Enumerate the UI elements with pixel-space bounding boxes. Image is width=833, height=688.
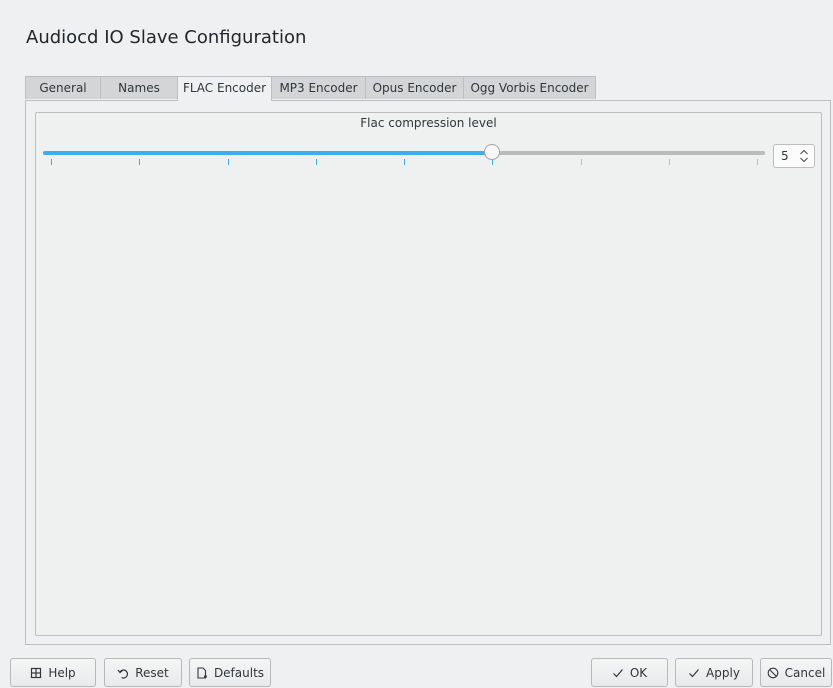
slider-tick — [668, 159, 670, 165]
tab-general[interactable]: General — [25, 76, 101, 99]
help-button-label: Help — [48, 665, 76, 680]
slider-track-fill — [43, 151, 493, 155]
help-button[interactable]: Help — [10, 658, 96, 687]
compression-level-spinbox[interactable]: 5 — [773, 144, 815, 168]
slider-tick — [580, 159, 582, 165]
cancel-button[interactable]: Cancel — [760, 658, 832, 687]
defaults-button-label: Defaults — [213, 665, 265, 680]
config-dialog: Audiocd IO Slave Configuration General N… — [0, 0, 833, 688]
check-icon — [612, 667, 624, 679]
defaults-button[interactable]: Defaults — [189, 658, 271, 687]
slider-handle[interactable] — [484, 144, 501, 160]
apply-button-label: Apply — [706, 665, 740, 680]
slider-tick — [51, 159, 52, 165]
help-book-icon — [30, 667, 42, 679]
slider-track — [43, 151, 765, 155]
dialog-title: Audiocd IO Slave Configuration — [26, 27, 307, 48]
cancel-button-label: Cancel — [784, 665, 826, 680]
spinbox-value: 5 — [781, 149, 789, 163]
spinbox-arrows-icon[interactable] — [799, 148, 809, 164]
undo-icon — [117, 667, 129, 679]
slider-tick — [315, 159, 317, 165]
tab-names[interactable]: Names — [100, 76, 178, 99]
check-icon — [688, 667, 700, 679]
tab-opus-encoder[interactable]: Opus Encoder — [365, 76, 464, 99]
reset-button[interactable]: Reset — [104, 658, 182, 687]
slider-tick — [757, 159, 758, 165]
compression-level-label: Flac compression level — [360, 116, 497, 130]
tab-bar: General Names FLAC Encoder MP3 Encoder O… — [25, 76, 596, 101]
tab-mp3-encoder[interactable]: MP3 Encoder — [271, 76, 366, 99]
tab-flac-encoder[interactable]: FLAC Encoder — [177, 76, 272, 101]
document-defaults-icon — [196, 666, 208, 679]
tab-panel-flac: Flac compression level 5 — [25, 100, 831, 645]
compression-groupbox: Flac compression level 5 — [35, 112, 822, 636]
ok-button[interactable]: OK — [591, 658, 668, 687]
compression-level-slider[interactable] — [43, 144, 765, 169]
slider-tick — [404, 159, 405, 165]
slider-tick — [227, 159, 229, 165]
cancel-circle-icon — [767, 667, 779, 679]
apply-button[interactable]: Apply — [675, 658, 753, 687]
ok-button-label: OK — [629, 665, 648, 680]
reset-button-label: Reset — [135, 665, 169, 680]
tab-ogg-vorbis-encoder[interactable]: Ogg Vorbis Encoder — [463, 76, 596, 99]
slider-tick — [139, 159, 141, 165]
